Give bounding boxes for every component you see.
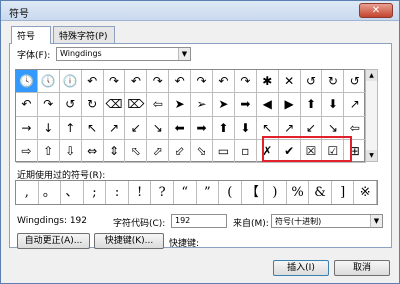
symbol-cell[interactable]: ✕	[278, 70, 301, 94]
recent-symbol-cell[interactable]: ;	[84, 181, 107, 204]
symbol-cell[interactable]: ⬇	[322, 93, 345, 117]
title-bar: 符号 ✕	[1, 1, 399, 21]
symbol-cell[interactable]: ↺	[344, 70, 367, 94]
scroll-up-icon[interactable]: ▲	[366, 70, 377, 81]
recent-symbol-cell[interactable]: ]	[332, 181, 355, 204]
tab-special-characters[interactable]: 特殊字符(P)	[53, 26, 115, 43]
symbol-cell[interactable]: ⇩	[59, 139, 82, 163]
font-label: 字体(F):	[17, 51, 51, 61]
symbol-cell[interactable]: ⇨	[16, 139, 38, 163]
symbol-cell[interactable]: ⌦	[125, 93, 148, 117]
symbol-cell[interactable]: ⇧	[37, 139, 60, 163]
shortcut-key-button[interactable]: 快捷键(K)...	[94, 233, 164, 249]
symbol-cell[interactable]: ➡	[234, 93, 257, 117]
symbol-cell[interactable]: ⬆	[213, 116, 235, 140]
font-select[interactable]: Wingdings ▼	[56, 47, 191, 61]
chevron-down-icon: ▼	[178, 48, 190, 60]
close-button[interactable]: ✕	[359, 3, 393, 18]
tab-symbols[interactable]: 符号	[11, 26, 51, 44]
symbol-cell[interactable]: ↺	[300, 70, 323, 94]
symbol-cell[interactable]: ↺	[59, 93, 82, 117]
symbol-cell[interactable]: ⇕	[103, 139, 126, 163]
recent-symbol-cell[interactable]: ?	[151, 181, 174, 204]
symbol-cell[interactable]: ↷	[37, 93, 60, 117]
symbol-dialog: 符号 ✕ 符号 特殊字符(P) 字体(F): Wingdings ▼ 🕓 🕔 🕕 ↶ ↷…	[0, 0, 400, 284]
recent-symbol-cell[interactable]: ,	[16, 181, 39, 204]
symbol-cell[interactable]: ↷	[103, 70, 126, 94]
symbol-cell[interactable]: 🕔	[37, 70, 60, 94]
recent-symbol-cell[interactable]: (	[219, 181, 242, 204]
symbol-cell[interactable]: ⬃	[169, 139, 192, 163]
symbol-cell[interactable]: ↗	[103, 116, 126, 140]
recent-symbol-cell[interactable]: 、	[61, 181, 84, 204]
symbol-cell[interactable]: ▭	[213, 139, 235, 163]
char-code-input[interactable]: 192	[171, 214, 227, 228]
symbol-cell[interactable]: ↓	[37, 116, 60, 140]
autocorrect-button[interactable]: 自动更正(A)...	[17, 233, 90, 249]
symbol-cell[interactable]: ⬁	[125, 139, 148, 163]
symbol-cell[interactable]: ↶	[169, 70, 192, 94]
symbol-cell[interactable]: ↻	[81, 93, 104, 117]
recent-symbol-cell[interactable]: :	[106, 181, 129, 204]
recent-symbol-cell[interactable]: %	[287, 181, 310, 204]
symbol-cell[interactable]: ↷	[147, 70, 170, 94]
symbol-cell[interactable]: ➤	[169, 93, 192, 117]
symbol-cell[interactable]: ↗	[344, 93, 367, 117]
symbol-cell[interactable]: ↶	[16, 93, 38, 117]
recent-symbol-cell[interactable]: ※	[354, 181, 377, 204]
shortcut-key-label: 快捷键:	[169, 239, 200, 249]
recent-symbol-cell[interactable]: 【	[242, 181, 265, 204]
font-select-value: Wingdings	[60, 49, 102, 58]
from-select-value: 符号(十进制)	[275, 217, 322, 226]
symbol-cell[interactable]: ⬀	[147, 139, 170, 163]
recent-symbols-grid: ,。、;:!? “”(【)% &] ※	[15, 180, 378, 205]
symbol-cell[interactable]: ⬅	[169, 116, 192, 140]
symbol-cell[interactable]: ⇔	[81, 139, 104, 163]
symbol-cell[interactable]: ▫	[234, 139, 257, 163]
char-code-label: 字符代码(C):	[113, 219, 166, 229]
recent-symbol-cell[interactable]: &	[309, 181, 332, 204]
selected-symbol-name: Wingdings: 192	[17, 216, 88, 226]
insert-button[interactable]: 插入(I)	[273, 260, 329, 276]
symbol-cell[interactable]: ➡	[191, 116, 214, 140]
symbol-cell[interactable]: ↑	[59, 116, 82, 140]
symbol-cell[interactable]: ↖	[81, 116, 104, 140]
symbol-cell[interactable]: ✱	[256, 70, 279, 94]
symbol-cell[interactable]: ➤	[213, 93, 235, 117]
recent-symbol-cell[interactable]: !	[129, 181, 152, 204]
scroll-down-icon[interactable]: ▼	[366, 150, 377, 161]
symbol-cell[interactable]: ⇦	[147, 93, 170, 117]
from-label: 来自(M):	[233, 219, 269, 229]
symbol-cell[interactable]: ⬇	[234, 116, 257, 140]
symbol-cell[interactable]: ⬂	[191, 139, 214, 163]
highlight-box	[262, 136, 352, 162]
symbol-grid-scrollbar[interactable]: ▲ ▼	[365, 69, 378, 162]
symbol-cell[interactable]: ↶	[125, 70, 148, 94]
symbol-cell[interactable]: 🕓	[16, 70, 38, 94]
symbol-cell[interactable]: 🕕	[59, 70, 82, 94]
symbol-cell[interactable]: ▶	[278, 93, 301, 117]
symbol-cell[interactable]: →	[16, 116, 38, 140]
symbol-cell[interactable]: ↻	[322, 70, 345, 94]
symbol-cell[interactable]: ↷	[191, 70, 214, 94]
symbol-cell[interactable]: ↶	[213, 70, 235, 94]
chevron-down-icon: ▼	[370, 215, 382, 227]
recent-symbol-cell[interactable]: 。	[39, 181, 62, 204]
symbol-cell[interactable]: ↘	[147, 116, 170, 140]
dialog-title: 符号	[9, 9, 29, 20]
symbol-cell[interactable]: ↷	[234, 70, 257, 94]
recent-symbol-cell[interactable]: )	[264, 181, 287, 204]
symbol-cell[interactable]: ↶	[81, 70, 104, 94]
recent-symbol-cell[interactable]: “	[174, 181, 197, 204]
symbol-cell[interactable]: ◀	[256, 93, 279, 117]
from-select[interactable]: 符号(十进制) ▼	[271, 214, 383, 228]
symbol-cell[interactable]: ↙	[125, 116, 148, 140]
recent-symbol-cell[interactable]: ”	[197, 181, 220, 204]
symbol-cell[interactable]: ➢	[191, 93, 214, 117]
cancel-button[interactable]: 取消	[334, 260, 390, 276]
symbol-cell[interactable]: ⌫	[103, 93, 126, 117]
symbol-cell[interactable]: ⬆	[300, 93, 323, 117]
